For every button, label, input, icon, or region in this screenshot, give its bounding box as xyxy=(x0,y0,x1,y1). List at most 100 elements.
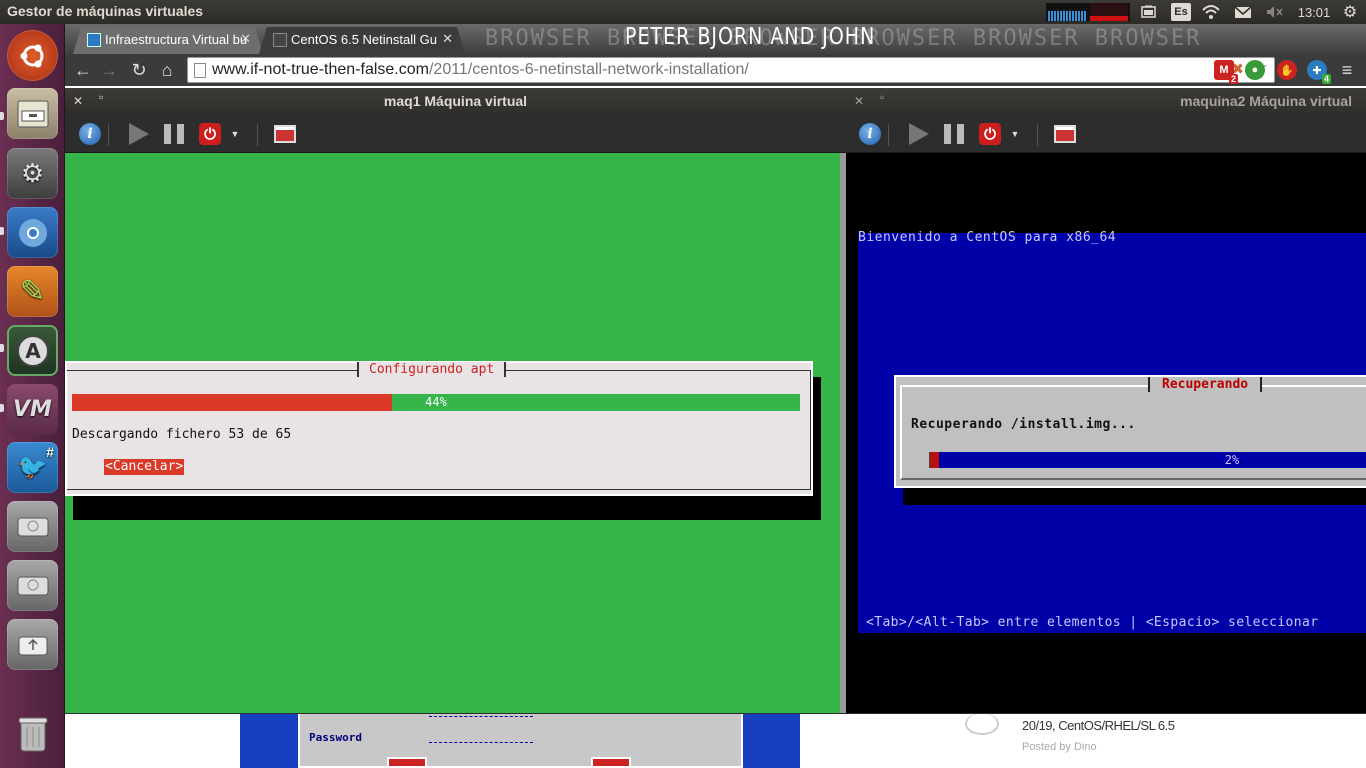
drive-icon[interactable] xyxy=(7,560,58,611)
dialog-title: Configurando apt xyxy=(357,362,507,377)
page-content: Password 20/19, CentOS/RHEL/SL 6.5 Poste… xyxy=(65,713,1366,768)
running-indicator xyxy=(0,227,4,235)
session-gear-icon[interactable]: ⚙ xyxy=(1340,0,1360,24)
download-progress-bar: 44% xyxy=(72,394,800,411)
wifi-icon[interactable] xyxy=(1200,0,1222,24)
reload-icon[interactable]: ↻ xyxy=(127,58,151,82)
globe-badge: 4 xyxy=(1321,74,1331,84)
vm2-console[interactable]: Bienvenido a CentOS para x86_64 Recupera… xyxy=(846,153,1366,713)
clock[interactable]: 13:01 xyxy=(1294,0,1334,24)
pause-icon[interactable] xyxy=(162,122,186,146)
vm1-console[interactable]: Configurando apt 44% Descargando fichero… xyxy=(65,153,840,713)
window-title: Gestor de máquinas virtuales xyxy=(7,3,204,19)
tab-centos-netinstall[interactable]: CentOS 6.5 Netinstall Gu ✕ xyxy=(259,27,465,54)
home-icon[interactable]: ⌂ xyxy=(155,58,179,82)
pencil-editor-icon[interactable]: ✎ xyxy=(7,266,58,317)
virt-manager-icon[interactable]: VM xyxy=(7,384,58,435)
system-monitor-indicator[interactable] xyxy=(1046,3,1130,21)
file-manager-icon[interactable] xyxy=(7,88,58,139)
memory-graph-bg xyxy=(1090,3,1128,17)
screenshot-button xyxy=(387,757,427,768)
welcome-text: Bienvenido a CentOS para x86_64 xyxy=(858,230,1117,245)
dialog-title: Recuperando xyxy=(1148,377,1263,392)
twitter-client-icon[interactable]: 🐦 # xyxy=(7,442,58,493)
url-path: /2011/centos-6-netinstall-network-instal… xyxy=(428,61,749,78)
play-icon[interactable] xyxy=(907,122,931,146)
screenshot-icon[interactable] xyxy=(273,122,297,146)
memory-graph xyxy=(1090,16,1128,21)
progress-message: Descargando fichero 53 de 65 xyxy=(72,427,292,442)
progress-label: 2% xyxy=(1224,453,1240,467)
close-icon[interactable]: ✕ xyxy=(854,88,864,114)
toolbar-separator xyxy=(1037,124,1038,146)
address-bar[interactable]: www.if-not-true-then-false.com/2011/cent… xyxy=(187,57,1275,83)
screenshot-dialog xyxy=(298,713,743,768)
forward-icon[interactable]: → xyxy=(97,58,121,82)
back-icon[interactable]: ← xyxy=(71,58,95,82)
tab-close-icon[interactable]: ✕ xyxy=(442,31,453,47)
dropdown-icon[interactable]: ▼ xyxy=(1008,122,1022,146)
minimize-icon[interactable]: ▫ xyxy=(880,84,884,110)
tab-title: Infraestructura Virtual bu xyxy=(105,32,248,47)
battery-icon[interactable] xyxy=(1138,0,1160,24)
tab-infraestructura[interactable]: Infraestructura Virtual bu ✕ xyxy=(73,27,263,54)
running-indicator xyxy=(0,344,4,352)
launcher: ⚙ ✎ A VM 🐦 # xyxy=(0,24,65,768)
menu-icon[interactable]: ≡ xyxy=(1335,58,1359,82)
pause-icon[interactable] xyxy=(942,122,966,146)
play-icon[interactable] xyxy=(127,122,151,146)
running-indicator xyxy=(0,404,4,412)
ubuntu-dash-icon[interactable] xyxy=(7,30,58,81)
gmail-badge: 2 xyxy=(1228,74,1238,84)
mail-icon[interactable] xyxy=(1232,0,1254,24)
info-icon[interactable]: i xyxy=(858,122,882,146)
cancel-button[interactable]: <Cancelar> xyxy=(104,459,185,475)
top-panel: Gestor de máquinas virtuales Es 13:01 ⚙ xyxy=(0,0,1366,24)
keyboard-layout-label: Es xyxy=(1171,3,1191,21)
screenshot-icon[interactable] xyxy=(1053,122,1077,146)
vm1-toolbar: i ⏻ ▼ xyxy=(65,116,846,153)
volume-muted-icon[interactable] xyxy=(1264,0,1286,24)
usb-drive-icon[interactable] xyxy=(7,619,58,670)
drive-icon[interactable] xyxy=(7,501,58,552)
tab-favicon-icon xyxy=(87,33,101,47)
vm1-title: maq1 Máquina virtual xyxy=(383,93,528,109)
dropdown-icon[interactable]: ▼ xyxy=(228,122,242,146)
toolbar-separator xyxy=(108,124,109,146)
post-meta: 20/19, CentOS/RHEL/SL 6.5 xyxy=(1022,718,1175,733)
trash-icon[interactable] xyxy=(7,708,58,759)
screenshot-button xyxy=(591,757,631,768)
dashed-field xyxy=(429,716,533,717)
globe-extension-icon[interactable]: ✚ 4 xyxy=(1307,60,1331,84)
page-icon xyxy=(194,63,206,78)
retrieving-dialog: Recuperando Recuperando /install.img... … xyxy=(894,375,1366,488)
evernote-icon[interactable]: ● xyxy=(1245,60,1265,80)
keyboard-hint: <Tab>/<Alt-Tab> entre elementos | <Espac… xyxy=(866,615,1319,630)
url-domain: www.if-not-true-then-false.com xyxy=(212,61,429,78)
cpu-graph xyxy=(1048,11,1086,21)
vm1-window: ✕ ▫ maq1 Máquina virtual i ⏻ ▼ Configura… xyxy=(65,88,846,714)
chromium-icon[interactable] xyxy=(7,207,58,258)
adblock-icon[interactable]: ✋ xyxy=(1277,60,1297,80)
posted-by[interactable]: Posted by Dino xyxy=(1022,741,1097,753)
vm2-titlebar: ✕ ▫ maquina2 Máquina virtual xyxy=(846,88,1366,116)
progress-message: Recuperando /install.img... xyxy=(911,417,1136,432)
power-icon[interactable]: ⏻ xyxy=(198,122,222,146)
banner-text: PETER BJORN AND JOHN xyxy=(625,24,876,50)
system-settings-icon[interactable]: ⚙ xyxy=(7,148,58,199)
tab-favicon-icon xyxy=(273,33,287,47)
tab-close-icon[interactable]: ✕ xyxy=(240,31,251,47)
toolbar-separator xyxy=(888,124,889,146)
progress-label: 44% xyxy=(425,395,447,409)
minimize-icon[interactable]: ▫ xyxy=(99,84,103,110)
toolbar-separator xyxy=(257,124,258,146)
browser-toolbar: ← → ↻ ⌂ www.if-not-true-then-false.com/2… xyxy=(65,54,1366,86)
close-icon[interactable]: ✕ xyxy=(73,88,83,114)
keyboard-layout-indicator[interactable]: Es xyxy=(1170,0,1192,24)
software-updater-icon[interactable]: A xyxy=(7,325,58,376)
info-icon[interactable]: i xyxy=(78,122,102,146)
power-icon[interactable]: ⏻ xyxy=(978,122,1002,146)
tab-strip: BROWSER BROWSER BROWSER BROWSER BROWSER … xyxy=(65,24,1366,54)
gmail-icon[interactable]: M2 xyxy=(1214,60,1238,84)
retrieve-progress-bar: 2% xyxy=(929,452,1366,468)
